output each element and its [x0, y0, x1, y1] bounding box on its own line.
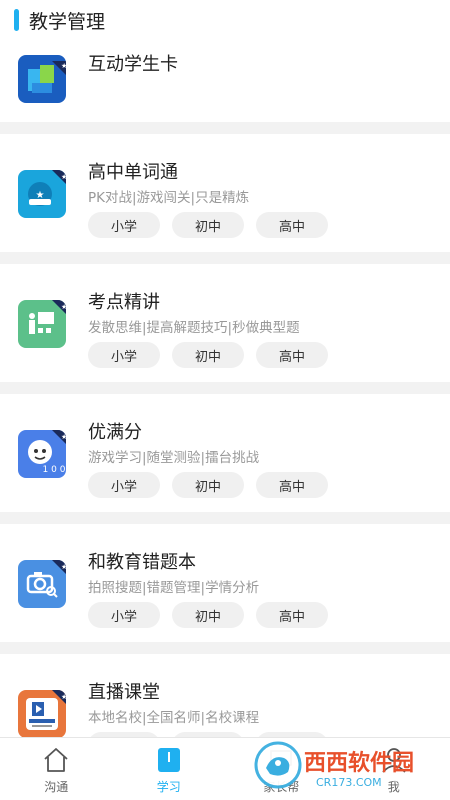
divider — [0, 512, 450, 524]
nav-label: 沟通 — [44, 780, 69, 794]
header-accent-bar — [14, 9, 19, 31]
grade-button-senior[interactable]: 高中 — [256, 602, 328, 628]
grade-button-primary[interactable]: 小学 — [88, 342, 160, 368]
grade-buttons: 小学 初中 高中 — [88, 602, 340, 628]
grade-button-primary[interactable]: 小学 — [88, 472, 160, 498]
svg-text:★: ★ — [61, 433, 66, 441]
grade-button-senior[interactable]: 高中 — [256, 212, 328, 238]
divider — [0, 252, 450, 264]
page-title: 教学管理 — [29, 10, 106, 33]
list-item-words[interactable]: ★ ★ 高中单词通 PK对战|游戏闯关|只是精炼 小学 初中 高中 — [0, 134, 450, 252]
nav-tab-study[interactable]: 学习 — [113, 738, 226, 800]
svg-text:1 0 0: 1 0 0 — [43, 465, 66, 475]
item-name: 高中单词通 — [88, 162, 178, 183]
divider — [0, 122, 450, 134]
house-icon — [44, 748, 68, 772]
grade-button-primary[interactable]: 小学 — [88, 212, 160, 238]
watermark-brand: 西西软件园 — [304, 750, 414, 776]
grade-button-primary[interactable]: 小学 — [88, 602, 160, 628]
svg-text:★: ★ — [61, 173, 66, 181]
divider — [0, 642, 450, 654]
student-card-icon: ★ — [18, 55, 66, 103]
words-icon: ★ ★ — [18, 170, 66, 218]
item-name: 优满分 — [88, 422, 142, 443]
grade-button-senior[interactable]: 高中 — [256, 472, 328, 498]
svg-text:★: ★ — [61, 62, 66, 70]
svg-text:★: ★ — [61, 693, 66, 701]
list-item-live-class[interactable]: ★ 直播课堂 本地名校|全国名师|名校课程 小学 初中 高中 — [0, 654, 450, 737]
grade-button-junior[interactable]: 初中 — [172, 342, 244, 368]
svg-text:★: ★ — [61, 303, 66, 311]
grade-button-senior[interactable]: 高中 — [256, 342, 328, 368]
grade-buttons: 小学 初中 高中 — [88, 472, 340, 498]
item-description: 本地名校|全国名师|名校课程 — [88, 710, 260, 726]
item-description: 发散思维|提高解题技巧|秒做典型题 — [88, 320, 300, 336]
app-list[interactable]: ★ 互动学生卡 ★ ★ 高中单词通 PK对战|游戏闯关|只是精炼 小学 初中 高… — [0, 40, 450, 737]
list-item-exam-points[interactable]: ★ 考点精讲 发散思维|提高解题技巧|秒做典型题 小学 初中 高中 — [0, 264, 450, 382]
camera-search-icon: ★ — [18, 560, 66, 608]
item-name: 直播课堂 — [88, 682, 160, 703]
cartoon-100-icon: 1 0 0 ★ — [18, 430, 66, 478]
watermark-logo: 西西软件园 CR173.COM — [254, 741, 414, 789]
list-item-full-marks[interactable]: 1 0 0 ★ 优满分 游戏学习|随堂测验|擂台挑战 小学 初中 高中 — [0, 394, 450, 512]
nav-tab-communicate[interactable]: 沟通 — [0, 738, 113, 800]
watermark-url: CR173.COM — [316, 776, 382, 789]
item-description: PK对战|游戏闯关|只是精炼 — [88, 190, 250, 206]
grade-button-junior[interactable]: 初中 — [172, 472, 244, 498]
teacher-board-icon: ★ — [18, 300, 66, 348]
svg-text:★: ★ — [61, 563, 66, 571]
item-name: 互动学生卡 — [88, 54, 178, 75]
book-icon — [157, 748, 180, 772]
list-item-student-card[interactable]: ★ 互动学生卡 — [0, 40, 450, 122]
list-item-mistake-book[interactable]: ★ 和教育错题本 拍照搜题|错题管理|学情分析 小学 初中 高中 — [0, 524, 450, 642]
item-description: 游戏学习|随堂测验|擂台挑战 — [88, 450, 260, 466]
grade-buttons: 小学 初中 高中 — [88, 212, 340, 238]
item-name: 考点精讲 — [88, 292, 160, 313]
nav-label: 学习 — [156, 780, 181, 794]
live-class-icon: ★ — [18, 690, 66, 737]
grade-buttons: 小学 初中 高中 — [88, 342, 340, 368]
grade-button-junior[interactable]: 初中 — [172, 212, 244, 238]
grade-button-junior[interactable]: 初中 — [172, 602, 244, 628]
item-description: 拍照搜题|错题管理|学情分析 — [88, 580, 260, 596]
section-header: 教学管理 — [0, 0, 450, 40]
divider — [0, 382, 450, 394]
item-name: 和教育错题本 — [88, 552, 196, 573]
